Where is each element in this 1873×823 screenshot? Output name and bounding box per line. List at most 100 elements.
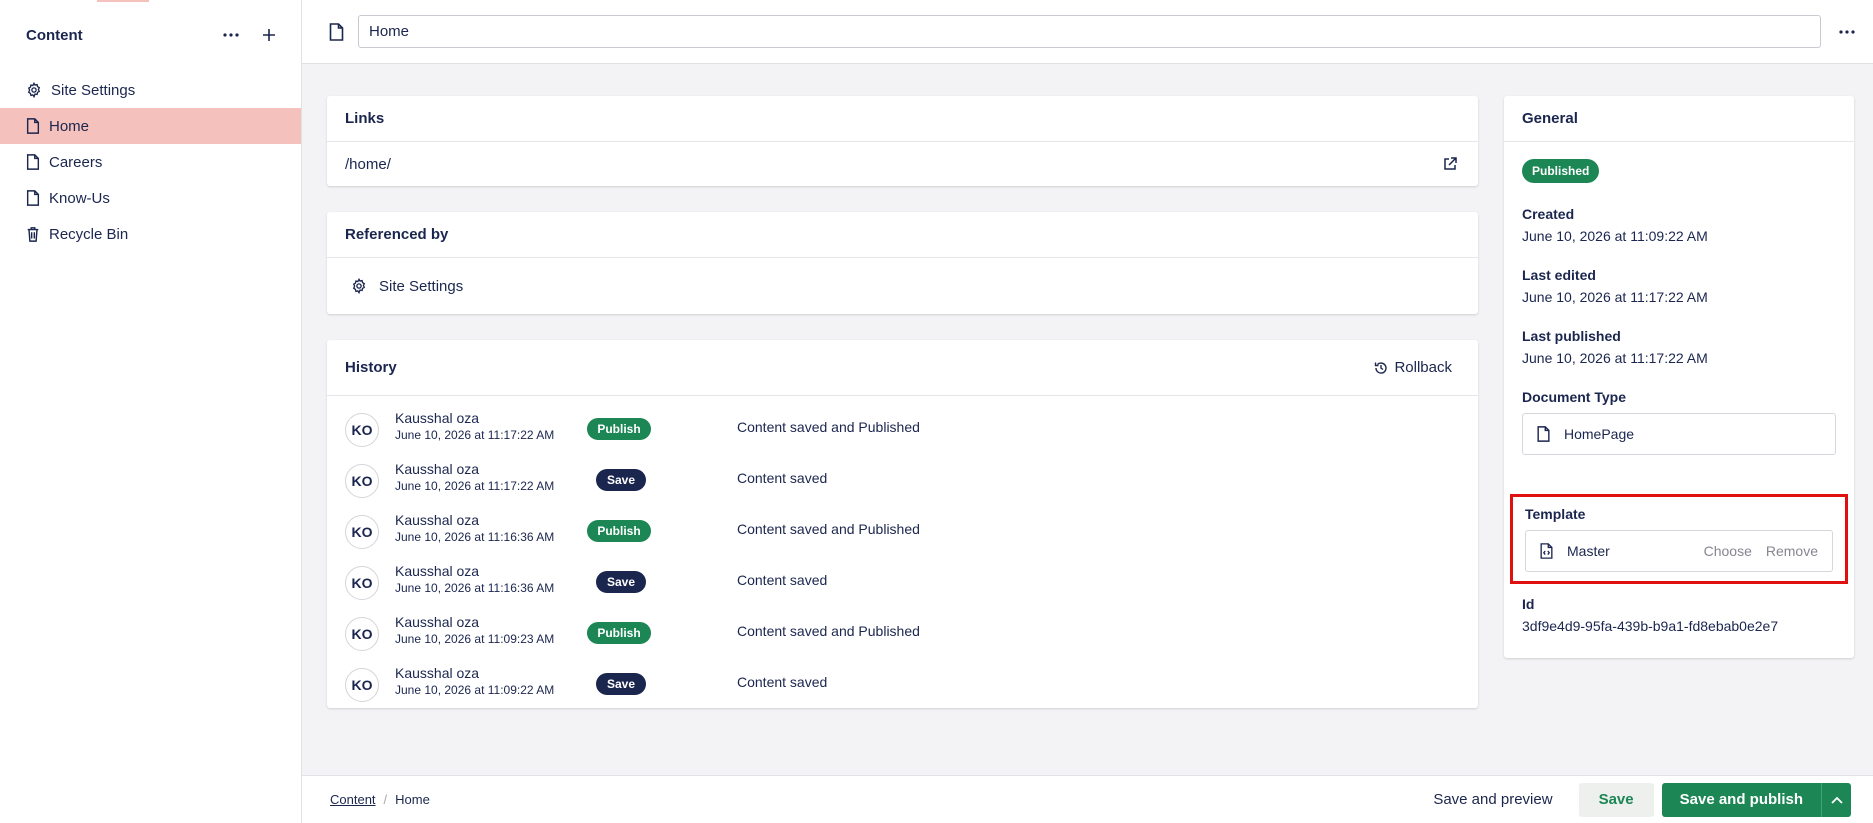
document-icon <box>26 154 40 170</box>
document-name-input[interactable] <box>358 15 1821 48</box>
avatar: KO <box>345 463 379 498</box>
tree-item-label: Careers <box>49 153 103 171</box>
reference-item[interactable]: Site Settings <box>327 258 1478 314</box>
trash-icon <box>27 227 39 242</box>
tree-item-recycle-bin[interactable]: Recycle Bin <box>0 216 301 252</box>
breadcrumb: Content / Home <box>330 792 430 807</box>
save-button[interactable]: Save <box>1578 782 1654 817</box>
tree-item-know-us[interactable]: Know-Us <box>0 180 301 216</box>
more-options-icon[interactable] <box>1837 22 1857 42</box>
history-description: Content saved and Published <box>737 419 920 435</box>
history-list: KO Kausshal oza June 10, 2026 at 11:17:22… <box>327 396 1478 710</box>
editor-footer: Content / Home Save and preview Save Sav… <box>302 775 1873 823</box>
history-date: June 10, 2026 at 11:16:36 AM <box>395 530 555 544</box>
template-label: Template <box>1525 506 1586 522</box>
created-label: Created <box>1522 206 1575 222</box>
history-description: Content saved <box>737 674 828 690</box>
template-value: Master <box>1567 543 1610 559</box>
tree-item-label: Site Settings <box>51 81 136 99</box>
history-user: Kausshal oza <box>395 512 480 528</box>
tree-item-label: Know-Us <box>49 189 110 207</box>
save-badge: Save <box>596 673 646 695</box>
remove-template-button[interactable]: Remove <box>1766 543 1818 559</box>
tree-item-site-settings[interactable]: Site Settings <box>0 72 301 108</box>
history-date: June 10, 2026 at 11:17:22 AM <box>395 428 555 442</box>
links-title: Links <box>327 96 1478 142</box>
history-title: History <box>345 359 397 376</box>
general-title: General <box>1504 96 1854 142</box>
save-and-preview-button[interactable]: Save and preview <box>1433 791 1552 808</box>
last-published-label: Last published <box>1522 328 1621 344</box>
publish-badge: Publish <box>587 520 651 542</box>
link-url[interactable]: /home/ <box>345 156 391 173</box>
history-icon <box>1375 361 1388 374</box>
history-row: KO Kausshal oza June 10, 2026 at 11:09:22… <box>327 659 1478 710</box>
code-file-icon <box>1540 543 1553 559</box>
document-icon <box>1537 426 1550 442</box>
sidebar-header: Content <box>0 0 301 70</box>
template-section: Template Master Choose Remove <box>1510 494 1848 584</box>
last-edited-label: Last edited <box>1522 267 1596 283</box>
history-description: Content saved and Published <box>737 521 920 537</box>
sidebar: Content Site Settings Home Careers Know-… <box>0 0 302 823</box>
avatar: KO <box>345 565 379 600</box>
tree-item-careers[interactable]: Careers <box>0 144 301 180</box>
avatar: KO <box>345 514 379 549</box>
history-row: KO Kausshal oza June 10, 2026 at 11:17:22… <box>327 404 1478 455</box>
external-link-icon[interactable] <box>1440 154 1460 174</box>
publish-badge: Publish <box>587 418 651 440</box>
gear-icon <box>27 82 41 98</box>
choose-template-button[interactable]: Choose <box>1704 543 1752 559</box>
history-row: KO Kausshal oza June 10, 2026 at 11:09:23… <box>327 608 1478 659</box>
chevron-up-icon[interactable] <box>1821 782 1851 817</box>
history-user: Kausshal oza <box>395 563 480 579</box>
content-tree: Site Settings Home Careers Know-Us Recyc… <box>0 72 301 252</box>
tree-item-label: Home <box>49 117 90 135</box>
avatar: KO <box>345 412 379 447</box>
history-row: KO Kausshal oza June 10, 2026 at 11:16:36… <box>327 506 1478 557</box>
referenced-by-title: Referenced by <box>327 212 1478 258</box>
rollback-button[interactable]: Rollback <box>1374 359 1460 376</box>
history-date: June 10, 2026 at 11:09:22 AM <box>395 683 555 697</box>
status-badge: Published <box>1522 159 1600 183</box>
editor-header <box>302 0 1873 64</box>
gear-icon <box>352 278 366 294</box>
tree-item-label: Recycle Bin <box>49 225 129 243</box>
history-date: June 10, 2026 at 11:16:36 AM <box>395 581 555 595</box>
history-row: KO Kausshal oza June 10, 2026 at 11:16:36… <box>327 557 1478 608</box>
breadcrumb-current: Home <box>395 792 430 807</box>
links-card: Links /home/ <box>327 96 1478 186</box>
tree-item-home[interactable]: Home <box>0 108 301 144</box>
save-and-publish-group: Save and publish <box>1661 782 1851 817</box>
history-user: Kausshal oza <box>395 614 480 630</box>
rollback-label: Rollback <box>1394 359 1452 376</box>
sidebar-accent <box>97 0 149 2</box>
document-type-label: Document Type <box>1522 389 1626 405</box>
history-date: June 10, 2026 at 11:17:22 AM <box>395 479 555 493</box>
document-type-picker[interactable]: HomePage <box>1522 413 1836 455</box>
save-badge: Save <box>596 469 646 491</box>
history-row: KO Kausshal oza June 10, 2026 at 11:17:22… <box>327 455 1478 506</box>
save-badge: Save <box>596 571 646 593</box>
id-value: 3df9e4d9-95fa-439b-b9a1-fd8ebab0e2e7 <box>1522 618 1779 634</box>
history-date: June 10, 2026 at 11:09:23 AM <box>395 632 555 646</box>
history-user: Kausshal oza <box>395 461 480 477</box>
save-and-publish-button[interactable]: Save and publish <box>1662 791 1821 808</box>
add-icon[interactable] <box>259 25 279 45</box>
document-icon <box>26 118 40 134</box>
breadcrumb-separator: / <box>383 792 388 807</box>
more-options-icon[interactable] <box>221 25 241 45</box>
last-edited-value: June 10, 2026 at 11:17:22 AM <box>1522 289 1708 305</box>
history-description: Content saved <box>737 470 828 486</box>
history-user: Kausshal oza <box>395 665 480 681</box>
history-description: Content saved and Published <box>737 623 920 639</box>
template-picker[interactable]: Master Choose Remove <box>1525 530 1833 572</box>
general-card: General Published Created June 10, 2026 … <box>1504 96 1854 658</box>
history-user: Kausshal oza <box>395 410 480 426</box>
breadcrumb-content-link[interactable]: Content <box>330 792 376 807</box>
document-icon <box>26 190 40 206</box>
document-type-value: HomePage <box>1564 426 1635 442</box>
id-label: Id <box>1522 596 1535 612</box>
history-card: History Rollback KO Kausshal oza June 10,… <box>327 340 1478 708</box>
avatar: KO <box>345 616 379 651</box>
